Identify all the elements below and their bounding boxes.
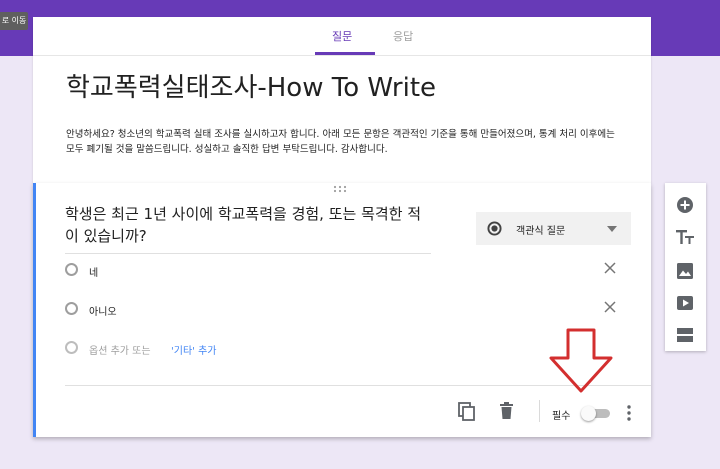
title-text-icon[interactable] <box>675 228 695 248</box>
option-row: 아니오 <box>65 300 625 320</box>
add-other-button[interactable]: '기타' 추가 <box>171 342 216 357</box>
option-label[interactable]: 네 <box>89 264 98 279</box>
close-icon[interactable] <box>603 261 617 275</box>
required-label: 필수 <box>552 411 571 422</box>
close-icon[interactable] <box>603 300 617 314</box>
option-radio-icon <box>65 302 78 315</box>
form-header-card: 질문 응답 학교폭력실태조사-How To Write 안녕하세요? 청소년의 … <box>33 17 651 183</box>
radio-button-icon <box>487 221 502 236</box>
option-label[interactable]: 아니오 <box>89 303 117 318</box>
toggle-knob <box>581 406 596 421</box>
question-title-input[interactable]: 학생은 최근 1년 사이에 학교폭력을 경험, 또는 목격한 적이 있습니까? <box>65 203 431 254</box>
add-option-button[interactable]: 옵션 추가 또는 <box>89 342 151 357</box>
active-tab-indicator <box>315 52 375 55</box>
form-title[interactable]: 학교폭력실태조사-How To Write <box>66 67 436 104</box>
option-radio-icon <box>65 263 78 276</box>
form-description[interactable]: 안녕하세요? 청소년의 학교폭력 실태 조사를 실시하고자 합니다. 아래 모든… <box>66 127 626 157</box>
trash-icon[interactable] <box>499 402 514 420</box>
more-vert-icon[interactable] <box>626 404 632 422</box>
section-icon[interactable] <box>675 325 695 345</box>
question-card[interactable]: 학생은 최근 1년 사이에 학교폭력을 경험, 또는 목격한 적이 있습니까? … <box>33 183 651 437</box>
chevron-down-icon <box>607 226 617 232</box>
tab-responses[interactable]: 응답 <box>393 28 413 44</box>
drag-handle-icon[interactable] <box>333 185 347 193</box>
add-circle-icon[interactable] <box>675 195 695 215</box>
footer-separator <box>539 400 540 422</box>
copy-icon[interactable] <box>458 402 476 422</box>
image-icon[interactable] <box>675 261 695 281</box>
option-radio-icon <box>65 341 78 354</box>
side-toolbar <box>665 183 706 351</box>
video-icon[interactable] <box>675 293 695 313</box>
question-type-label: 객관식 질문 <box>516 226 566 237</box>
back-button[interactable]: 로 이동 <box>0 12 28 30</box>
option-row: 네 <box>65 261 625 281</box>
tab-questions[interactable]: 질문 <box>332 28 352 44</box>
active-card-accent <box>33 183 36 437</box>
tab-bar: 질문 응답 <box>33 17 651 56</box>
required-toggle[interactable] <box>581 406 611 421</box>
add-option-row: 옵션 추가 또는 '기타' 추가 <box>65 339 625 359</box>
question-type-dropdown[interactable]: 객관식 질문 <box>476 212 631 245</box>
arrow-down-annotation-icon <box>549 328 613 393</box>
